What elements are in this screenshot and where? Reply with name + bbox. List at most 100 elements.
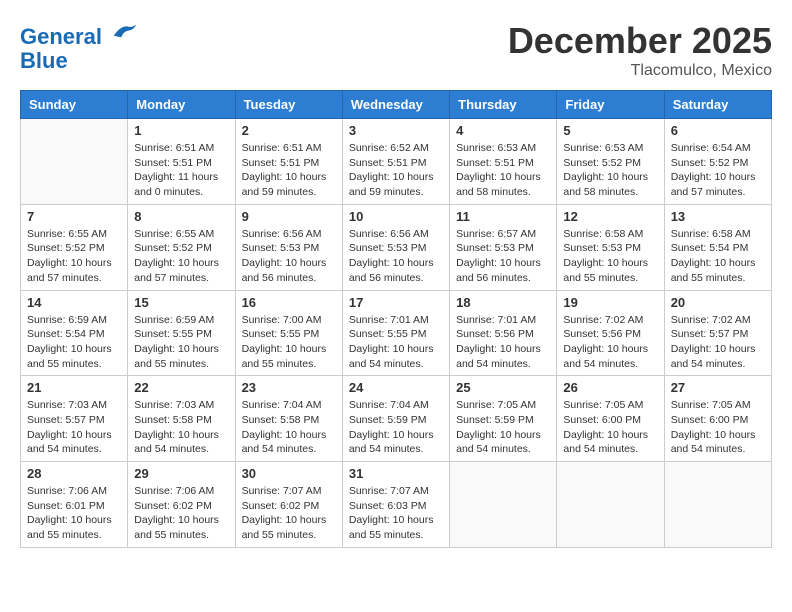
day-info: Sunrise: 6:53 AMSunset: 5:52 PMDaylight:…	[563, 141, 657, 200]
calendar-cell: 1 Sunrise: 6:51 AMSunset: 5:51 PMDaylight…	[128, 119, 235, 205]
calendar-cell: 10 Sunrise: 6:56 AMSunset: 5:53 PMDayligh…	[342, 204, 449, 290]
calendar-cell: 25Sunrise: 7:05 AMSunset: 5:59 PMDayligh…	[450, 376, 557, 462]
day-info: Sunrise: 6:58 AMSunset: 5:53 PMDaylight:…	[563, 227, 657, 286]
day-info: Sunrise: 7:05 AMSunset: 6:00 PMDaylight:…	[563, 398, 657, 457]
day-info: Sunrise: 6:53 AMSunset: 5:51 PMDaylight:…	[456, 141, 550, 200]
calendar-week-1: 1 Sunrise: 6:51 AMSunset: 5:51 PMDaylight…	[21, 119, 772, 205]
weekday-header-saturday: Saturday	[664, 91, 771, 119]
day-number: 8	[134, 209, 228, 224]
calendar-cell: 23Sunrise: 7:04 AMSunset: 5:58 PMDayligh…	[235, 376, 342, 462]
day-info: Sunrise: 7:01 AMSunset: 5:55 PMDaylight:…	[349, 313, 443, 372]
calendar-cell: 13 Sunrise: 6:58 AMSunset: 5:54 PMDayligh…	[664, 204, 771, 290]
weekday-header-tuesday: Tuesday	[235, 91, 342, 119]
day-info: Sunrise: 6:54 AMSunset: 5:52 PMDaylight:…	[671, 141, 765, 200]
calendar-cell: 8Sunrise: 6:55 AMSunset: 5:52 PMDaylight…	[128, 204, 235, 290]
day-info: Sunrise: 6:59 AMSunset: 5:55 PMDaylight:…	[134, 313, 228, 372]
page-header: General Blue December 2025 Tlacomulco, M…	[20, 20, 772, 80]
calendar-cell	[664, 462, 771, 548]
day-number: 3	[349, 123, 443, 138]
day-info: Sunrise: 7:06 AMSunset: 6:02 PMDaylight:…	[134, 484, 228, 543]
day-info: Sunrise: 7:00 AMSunset: 5:55 PMDaylight:…	[242, 313, 336, 372]
day-number: 9	[242, 209, 336, 224]
day-info: Sunrise: 6:56 AMSunset: 5:53 PMDaylight:…	[242, 227, 336, 286]
day-number: 30	[242, 466, 336, 481]
calendar-cell: 4Sunrise: 6:53 AMSunset: 5:51 PMDaylight…	[450, 119, 557, 205]
calendar-week-4: 21 Sunrise: 7:03 AMSunset: 5:57 PMDayligh…	[21, 376, 772, 462]
calendar-cell: 12 Sunrise: 6:58 AMSunset: 5:53 PMDayligh…	[557, 204, 664, 290]
day-number: 14	[27, 295, 121, 310]
day-info: Sunrise: 6:52 AMSunset: 5:51 PMDaylight:…	[349, 141, 443, 200]
day-info: Sunrise: 7:05 AMSunset: 5:59 PMDaylight:…	[456, 398, 550, 457]
day-info: Sunrise: 7:04 AMSunset: 5:58 PMDaylight:…	[242, 398, 336, 457]
calendar-cell: 9 Sunrise: 6:56 AMSunset: 5:53 PMDaylight…	[235, 204, 342, 290]
calendar-cell: 7Sunrise: 6:55 AMSunset: 5:52 PMDaylight…	[21, 204, 128, 290]
calendar-cell: 5 Sunrise: 6:53 AMSunset: 5:52 PMDaylight…	[557, 119, 664, 205]
day-info: Sunrise: 6:51 AMSunset: 5:51 PMDaylight:…	[242, 141, 336, 200]
day-number: 19	[563, 295, 657, 310]
day-number: 17	[349, 295, 443, 310]
day-number: 10	[349, 209, 443, 224]
calendar-table: SundayMondayTuesdayWednesdayThursdayFrid…	[20, 90, 772, 548]
calendar-cell	[557, 462, 664, 548]
calendar-cell: 19 Sunrise: 7:02 AMSunset: 5:56 PMDayligh…	[557, 290, 664, 376]
calendar-cell: 11 Sunrise: 6:57 AMSunset: 5:53 PMDayligh…	[450, 204, 557, 290]
day-number: 15	[134, 295, 228, 310]
day-info: Sunrise: 6:58 AMSunset: 5:54 PMDaylight:…	[671, 227, 765, 286]
calendar-cell: 6 Sunrise: 6:54 AMSunset: 5:52 PMDaylight…	[664, 119, 771, 205]
calendar-week-5: 28 Sunrise: 7:06 AMSunset: 6:01 PMDayligh…	[21, 462, 772, 548]
weekday-header-sunday: Sunday	[21, 91, 128, 119]
day-number: 22	[134, 380, 228, 395]
day-number: 24	[349, 380, 443, 395]
logo-blue: Blue	[20, 48, 68, 73]
calendar-week-2: 7Sunrise: 6:55 AMSunset: 5:52 PMDaylight…	[21, 204, 772, 290]
day-number: 2	[242, 123, 336, 138]
weekday-header-row: SundayMondayTuesdayWednesdayThursdayFrid…	[21, 91, 772, 119]
calendar-cell: 26Sunrise: 7:05 AMSunset: 6:00 PMDayligh…	[557, 376, 664, 462]
day-number: 21	[27, 380, 121, 395]
day-info: Sunrise: 7:05 AMSunset: 6:00 PMDaylight:…	[671, 398, 765, 457]
day-info: Sunrise: 6:56 AMSunset: 5:53 PMDaylight:…	[349, 227, 443, 286]
day-number: 6	[671, 123, 765, 138]
day-info: Sunrise: 7:04 AMSunset: 5:59 PMDaylight:…	[349, 398, 443, 457]
calendar-cell: 16 Sunrise: 7:00 AMSunset: 5:55 PMDayligh…	[235, 290, 342, 376]
logo-general: General	[20, 24, 102, 49]
calendar-cell: 31Sunrise: 7:07 AMSunset: 6:03 PMDayligh…	[342, 462, 449, 548]
day-info: Sunrise: 7:03 AMSunset: 5:57 PMDaylight:…	[27, 398, 121, 457]
logo: General Blue	[20, 20, 140, 73]
day-info: Sunrise: 6:51 AMSunset: 5:51 PMDaylight:…	[134, 141, 228, 200]
title-block: December 2025 Tlacomulco, Mexico	[508, 20, 772, 80]
day-number: 20	[671, 295, 765, 310]
day-info: Sunrise: 7:02 AMSunset: 5:56 PMDaylight:…	[563, 313, 657, 372]
day-number: 1	[134, 123, 228, 138]
day-number: 28	[27, 466, 121, 481]
day-number: 11	[456, 209, 550, 224]
day-info: Sunrise: 6:55 AMSunset: 5:52 PMDaylight:…	[27, 227, 121, 286]
day-number: 29	[134, 466, 228, 481]
calendar-cell: 14Sunrise: 6:59 AMSunset: 5:54 PMDayligh…	[21, 290, 128, 376]
calendar-cell	[450, 462, 557, 548]
calendar-week-3: 14Sunrise: 6:59 AMSunset: 5:54 PMDayligh…	[21, 290, 772, 376]
calendar-cell: 24 Sunrise: 7:04 AMSunset: 5:59 PMDayligh…	[342, 376, 449, 462]
calendar-cell	[21, 119, 128, 205]
calendar-cell: 28 Sunrise: 7:06 AMSunset: 6:01 PMDayligh…	[21, 462, 128, 548]
day-info: Sunrise: 7:01 AMSunset: 5:56 PMDaylight:…	[456, 313, 550, 372]
day-info: Sunrise: 6:57 AMSunset: 5:53 PMDaylight:…	[456, 227, 550, 286]
logo-text: General Blue	[20, 20, 140, 73]
day-number: 12	[563, 209, 657, 224]
day-info: Sunrise: 7:06 AMSunset: 6:01 PMDaylight:…	[27, 484, 121, 543]
day-info: Sunrise: 7:03 AMSunset: 5:58 PMDaylight:…	[134, 398, 228, 457]
day-number: 16	[242, 295, 336, 310]
day-number: 5	[563, 123, 657, 138]
calendar-cell: 22 Sunrise: 7:03 AMSunset: 5:58 PMDayligh…	[128, 376, 235, 462]
calendar-cell: 3 Sunrise: 6:52 AMSunset: 5:51 PMDaylight…	[342, 119, 449, 205]
month-title: December 2025	[508, 20, 772, 62]
calendar-cell: 20Sunrise: 7:02 AMSunset: 5:57 PMDayligh…	[664, 290, 771, 376]
calendar-cell: 21 Sunrise: 7:03 AMSunset: 5:57 PMDayligh…	[21, 376, 128, 462]
calendar-cell: 30Sunrise: 7:07 AMSunset: 6:02 PMDayligh…	[235, 462, 342, 548]
day-info: Sunrise: 7:07 AMSunset: 6:03 PMDaylight:…	[349, 484, 443, 543]
day-number: 13	[671, 209, 765, 224]
logo-bird-icon	[110, 20, 140, 44]
calendar-cell: 2 Sunrise: 6:51 AMSunset: 5:51 PMDaylight…	[235, 119, 342, 205]
calendar-cell: 18Sunrise: 7:01 AMSunset: 5:56 PMDayligh…	[450, 290, 557, 376]
weekday-header-friday: Friday	[557, 91, 664, 119]
